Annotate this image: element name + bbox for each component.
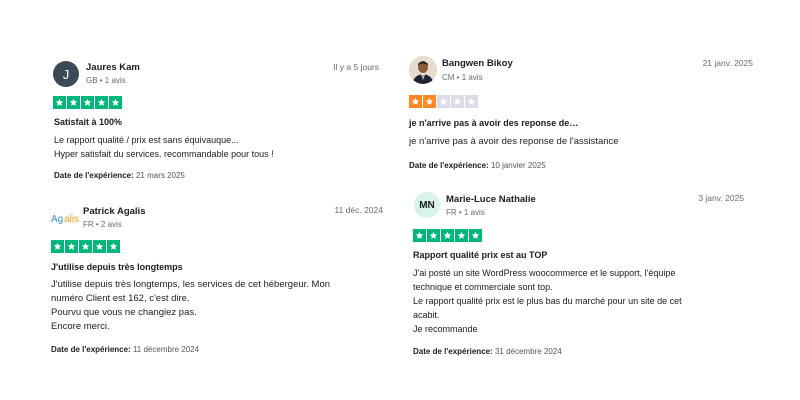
review-body-line: J'ai posté un site WordPress woocommerce… xyxy=(413,268,676,278)
star-rating xyxy=(409,95,478,108)
reviewer-meta: FR • 1 avis xyxy=(446,208,485,217)
reviewer-meta: GB • 1 avis xyxy=(86,76,126,85)
star-rating xyxy=(53,96,122,109)
avatar[interactable]: J xyxy=(53,61,79,87)
review-body-line: technique et commerciale sont top. xyxy=(413,282,553,292)
experience-label: Date de l'expérience: xyxy=(54,171,134,180)
reviewer-name[interactable]: Bangwen Bikoy xyxy=(442,58,513,69)
review-body-line: J'utilise depuis très longtemps, les ser… xyxy=(51,279,331,290)
star-empty-icon xyxy=(437,95,450,108)
svg-text:Ag: Ag xyxy=(51,214,63,225)
avatar-initials: MN xyxy=(419,199,435,211)
avatar-initial: J xyxy=(62,66,70,82)
star-filled-icon xyxy=(93,240,106,253)
review-title[interactable]: J'utilise depuis très longtemps xyxy=(51,262,183,272)
experience-date: Date de l'expérience: 31 décembre 2024 xyxy=(413,347,562,356)
star-empty-icon xyxy=(465,95,478,108)
star-filled-icon xyxy=(81,96,94,109)
review-title[interactable]: Rapport qualité prix est au TOP xyxy=(413,250,547,260)
review-body: J'ai posté un site WordPress woocommerce… xyxy=(413,266,682,336)
review-body-line: Le rapport qualité prix est le plus bas … xyxy=(413,296,682,306)
review-date: 3 janv. 2025 xyxy=(698,193,744,203)
review-body-line: Je recommande xyxy=(413,324,478,334)
experience-value: 11 décembre 2024 xyxy=(132,345,200,354)
reviewer-meta: FR • 2 avis xyxy=(83,220,122,229)
star-filled-icon xyxy=(107,240,120,253)
experience-value: 31 décembre 2024 xyxy=(494,347,562,356)
review-date: Il y a 5 jours xyxy=(333,62,379,72)
experience-label: Date de l'expérience: xyxy=(413,347,493,356)
star-filled-icon xyxy=(95,96,108,109)
review-body-line: Pourvu que vous ne changiez pas. xyxy=(51,307,197,318)
star-filled-icon xyxy=(79,240,92,253)
star-filled-icon xyxy=(413,229,426,242)
star-filled-icon xyxy=(441,229,454,242)
svg-text:alis: alis xyxy=(64,214,79,225)
review-body-line: Encore merci. xyxy=(51,321,110,332)
review-body-line: Le rapport qualité / prix est sans équiv… xyxy=(54,135,239,145)
star-filled-icon xyxy=(423,95,436,108)
star-rating xyxy=(51,240,120,253)
review-date: 11 déc. 2024 xyxy=(334,205,383,215)
star-filled-icon xyxy=(109,96,122,109)
star-filled-icon xyxy=(51,240,64,253)
star-filled-icon xyxy=(65,240,78,253)
star-filled-icon xyxy=(455,229,468,242)
review-body: je n'arrive pas à avoir des reponse de l… xyxy=(409,135,619,149)
star-empty-icon xyxy=(451,95,464,108)
reviewer-meta: CM • 1 avis xyxy=(442,73,483,82)
review-title[interactable]: je n'arrive pas à avoir des reponse de… xyxy=(409,118,578,128)
review-body: Le rapport qualité / prix est sans équiv… xyxy=(54,133,274,161)
experience-value: 10 janvier 2025 xyxy=(490,161,546,170)
agalis-logo-icon: Ag alis xyxy=(51,214,79,225)
review-body-line: acabit. xyxy=(413,310,440,320)
experience-label: Date de l'expérience: xyxy=(409,161,489,170)
star-filled-icon xyxy=(67,96,80,109)
star-filled-icon xyxy=(409,95,422,108)
star-filled-icon xyxy=(469,229,482,242)
avatar[interactable] xyxy=(409,56,437,84)
star-filled-icon xyxy=(53,96,66,109)
experience-date: Date de l'expérience: 21 mars 2025 xyxy=(54,171,185,180)
review-body-line: je n'arrive pas à avoir des reponse de l… xyxy=(409,136,619,147)
experience-date: Date de l'expérience: 10 janvier 2025 xyxy=(409,161,546,170)
review-date: 21 janv. 2025 xyxy=(702,58,753,68)
star-rating xyxy=(413,229,482,242)
star-filled-icon xyxy=(427,229,440,242)
reviewer-name[interactable]: Marie-Luce Nathalie xyxy=(446,194,536,205)
reviewer-name[interactable]: Patrick Agalis xyxy=(83,206,145,217)
agalis-logo-avatar[interactable]: Ag alis xyxy=(50,205,80,231)
review-body: J'utilise depuis très longtemps, les ser… xyxy=(51,278,330,334)
experience-value: 21 mars 2025 xyxy=(135,171,185,180)
reviewer-name[interactable]: Jaures Kam xyxy=(86,62,140,73)
review-body-line: Hyper satisfait du services. recommandab… xyxy=(54,149,274,159)
review-body-line: numéro Client est 162, c'est dire. xyxy=(51,293,190,304)
experience-label: Date de l'expérience: xyxy=(51,345,131,354)
experience-date: Date de l'expérience: 11 décembre 2024 xyxy=(51,345,199,354)
person-photo-icon xyxy=(409,56,437,84)
review-title[interactable]: Satisfait à 100% xyxy=(54,117,122,127)
avatar[interactable]: MN xyxy=(414,192,440,218)
